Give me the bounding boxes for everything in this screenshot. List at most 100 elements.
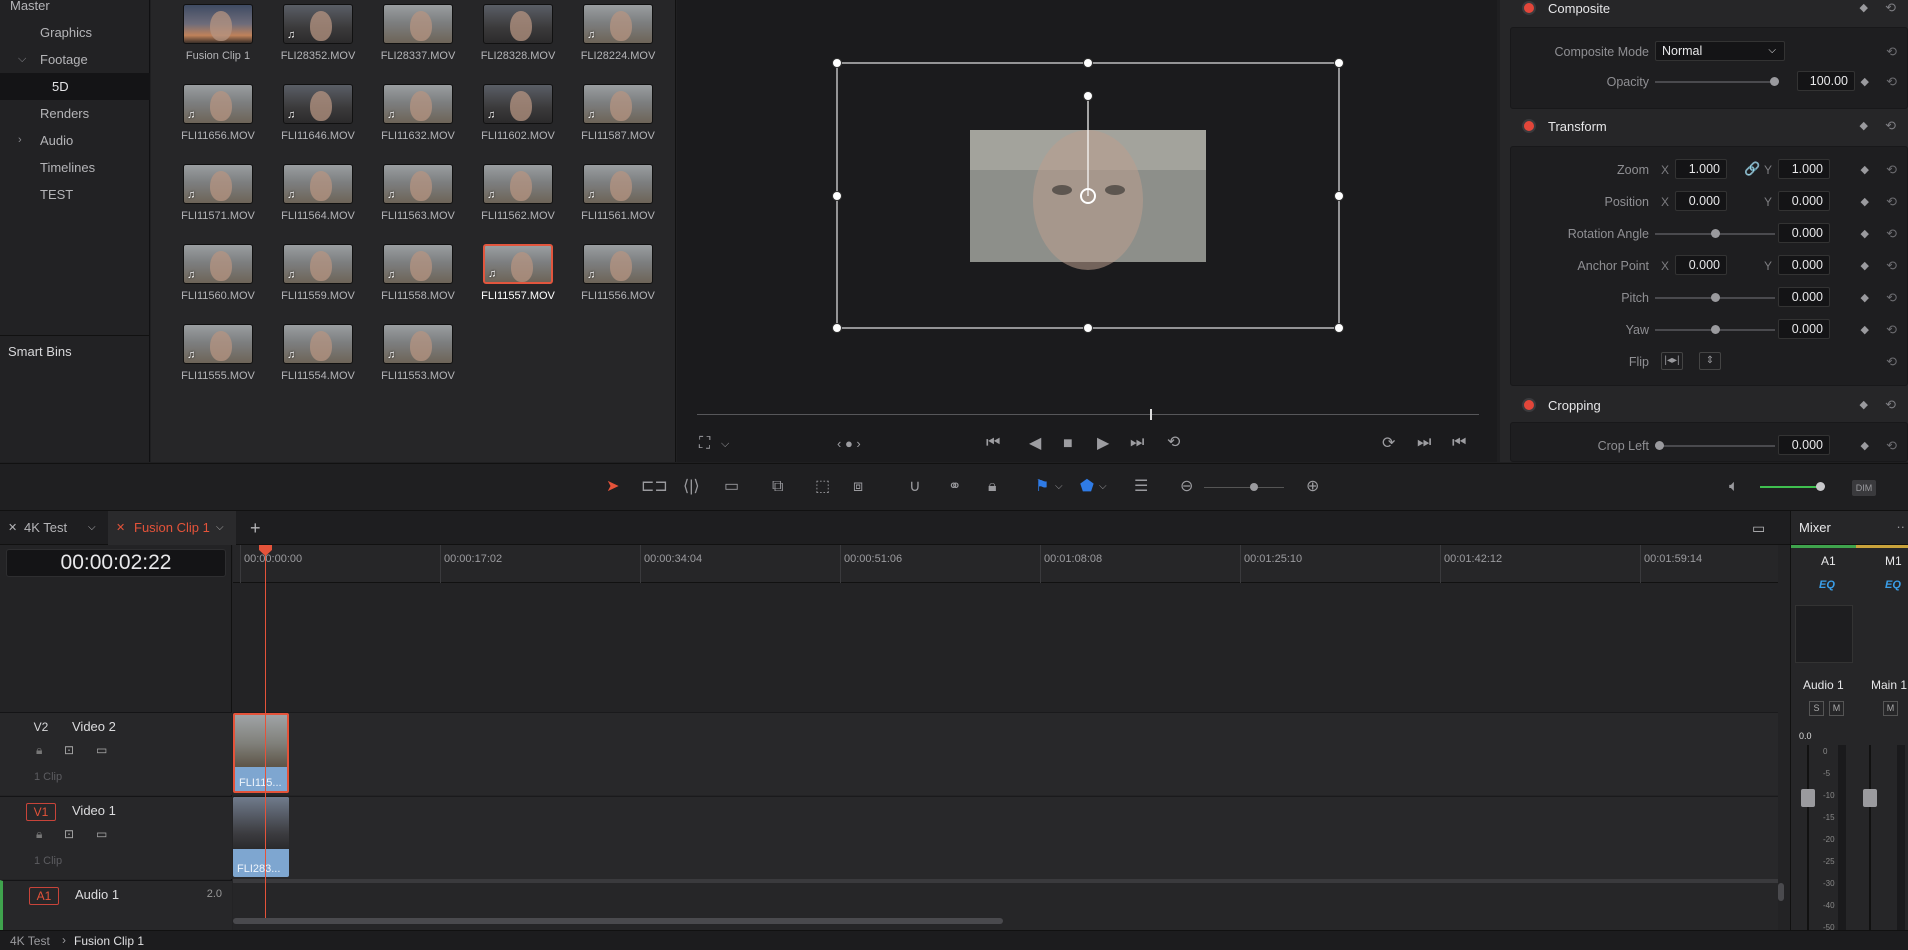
crop-left-slider[interactable] [1655,445,1775,447]
timeline-scrollbar[interactable] [233,918,1003,924]
chevron-down-icon[interactable]: ⌵ [216,511,224,545]
keyframe-icon[interactable]: ◆ [1861,291,1869,304]
yaw-field[interactable]: 0.000 [1778,319,1830,339]
media-clip[interactable]: ♫ FLI11553.MOV [358,322,458,402]
cropping-section-header[interactable]: Cropping ◆ ⟲ [1500,392,1908,420]
clip-thumbnail[interactable]: ♫ [383,324,453,364]
overlay-dropdown-icon[interactable]: ⌵ [721,436,729,452]
chevron-down-icon[interactable]: ⌵ [18,46,26,73]
selection-tool-icon[interactable]: ➤ [606,478,619,496]
reset-icon[interactable]: ⟲ [1886,322,1897,338]
anchor-y-field[interactable]: 0.000 [1778,255,1830,275]
media-clip[interactable]: ♫ FLI11587.MOV [558,82,658,162]
transform-enable-toggle[interactable] [1524,121,1534,131]
add-tab-button[interactable]: + [250,511,261,545]
timeline-view-icon[interactable]: ▭ [1752,511,1765,545]
rotation-field[interactable]: 0.000 [1778,223,1830,243]
keyframe-icon[interactable]: ◆ [1861,75,1869,88]
bin-item[interactable]: 5D [0,73,150,100]
track-header-v2[interactable]: V2 Video 2 🔒︎ ⊡ ▭ 1 Clip [0,712,232,795]
play-reverse-icon[interactable]: ◀ [1029,436,1041,452]
media-clip[interactable]: ♫ FLI11557.MOV [458,242,558,322]
empty-track-area[interactable] [233,584,1778,712]
clip-thumbnail[interactable]: ♫ [483,164,553,204]
clip-thumbnail[interactable] [383,4,453,44]
blade-tool-icon[interactable]: ▭ [724,478,739,496]
zoom-in-icon[interactable]: ⊕ [1306,478,1319,496]
bin-item[interactable]: ⌵Master [0,0,150,19]
anchor-x-field[interactable]: 0.000 [1675,255,1727,275]
auto-select-icon[interactable]: ⊡ [64,827,74,841]
clip-thumbnail[interactable]: ♫ [483,244,553,284]
reset-icon[interactable]: ⟲ [1886,438,1897,454]
crop-left-slider-knob[interactable] [1655,441,1664,450]
keyframe-icon[interactable]: ◆ [1861,163,1869,176]
viewer-canvas[interactable] [677,0,1497,400]
fader-a1[interactable] [1801,789,1815,807]
zoom-slider[interactable] [1204,487,1284,488]
clip-thumbnail[interactable]: ♫ [283,84,353,124]
media-clip[interactable]: ♫ FLI11560.MOV [158,242,258,322]
media-clip[interactable]: ♫ FLI28224.MOV [558,2,658,82]
clip-thumbnail[interactable]: ♫ [583,4,653,44]
media-clip[interactable]: ♫ FLI11561.MOV [558,162,658,242]
replace-clip-icon[interactable]: ⧈ [853,478,863,496]
composite-enable-toggle[interactable] [1524,3,1534,13]
clip-thumbnail[interactable]: ♫ [383,244,453,284]
opacity-slider-knob[interactable] [1770,77,1779,86]
keyframe-icon[interactable]: ◆ [1860,1,1868,14]
position-x-field[interactable]: 0.000 [1675,191,1727,211]
clip-thumbnail[interactable]: ♫ [183,164,253,204]
lock-icon[interactable]: 🔒︎ [36,827,42,842]
bin-item[interactable]: › Audio [0,127,150,154]
media-clip[interactable]: ♫ FLI11559.MOV [258,242,358,322]
tab-4k-test[interactable]: ✕ 4K Test ⌵ [0,511,108,545]
media-clip[interactable]: Fusion Clip 1 [158,2,258,82]
flag-dropdown-icon[interactable]: ⌵ [1055,478,1063,496]
previous-edit-icon[interactable]: ⏮ [1452,435,1466,451]
track-enable-icon[interactable]: ▭ [96,743,107,757]
media-clip[interactable]: ♫ FLI11571.MOV [158,162,258,242]
zoom-slider-knob[interactable] [1250,483,1258,491]
loop-icon[interactable]: ⟲ [1167,435,1180,451]
track-id[interactable]: A1 [29,887,59,905]
reset-icon[interactable]: ⟲ [1886,290,1897,306]
keyframe-icon[interactable]: ◆ [1861,227,1869,240]
mute-button[interactable]: M [1829,701,1844,716]
speaker-icon[interactable]: 🔈︎ [1729,478,1739,496]
master-volume-knob[interactable] [1816,482,1825,491]
pitch-slider-knob[interactable] [1711,293,1720,302]
reset-icon[interactable]: ⟲ [1885,118,1896,134]
breadcrumb-item[interactable]: Fusion Clip 1 [74,934,144,948]
position-lock-icon[interactable]: 🔒︎ [988,478,997,496]
eq-m1-button[interactable]: EQ [1885,579,1901,591]
link-icon[interactable]: 🔗 [1744,161,1760,177]
clip-thumbnail[interactable]: ♫ [283,164,353,204]
pitch-field[interactable]: 0.000 [1778,287,1830,307]
viewer-scrubber[interactable] [697,414,1479,415]
nav-prev-next-icon[interactable]: ‹ ● › [837,436,861,452]
zoom-y-field[interactable]: 1.000 [1778,159,1830,179]
track-enable-icon[interactable]: ▭ [96,827,107,841]
flip-horizontal-icon[interactable]: |◂▸| [1661,352,1683,370]
opacity-field[interactable]: 100.00 [1797,71,1855,91]
media-clip[interactable]: FLI28337.MOV [358,2,458,82]
clip-thumbnail[interactable]: ♫ [583,244,653,284]
composite-mode-select[interactable]: Normal ⌵ [1655,41,1785,61]
smart-bins-header[interactable]: Smart Bins [0,335,150,367]
bin-item[interactable]: Graphics [0,19,150,46]
media-clip[interactable]: ♫ FLI11632.MOV [358,82,458,162]
play-icon[interactable]: ▶ [1097,436,1109,452]
reset-icon[interactable]: ⟲ [1885,0,1896,16]
dim-button[interactable]: DIM [1852,480,1876,496]
close-icon[interactable]: ✕ [116,511,125,545]
keyframe-icon[interactable]: ◆ [1860,398,1868,411]
viewer-playhead[interactable] [1150,409,1152,420]
timeline-playhead[interactable] [265,545,266,920]
flip-vertical-icon[interactable]: ⇕ [1699,352,1721,370]
marker-icon[interactable]: ⬟ [1080,478,1094,496]
clip-v2[interactable]: FLI115... [233,713,289,793]
dynamic-trim-icon[interactable]: ⟨|⟩ [683,478,700,496]
marker-dropdown-icon[interactable]: ⌵ [1099,478,1107,496]
keyframe-icon[interactable]: ◆ [1861,323,1869,336]
